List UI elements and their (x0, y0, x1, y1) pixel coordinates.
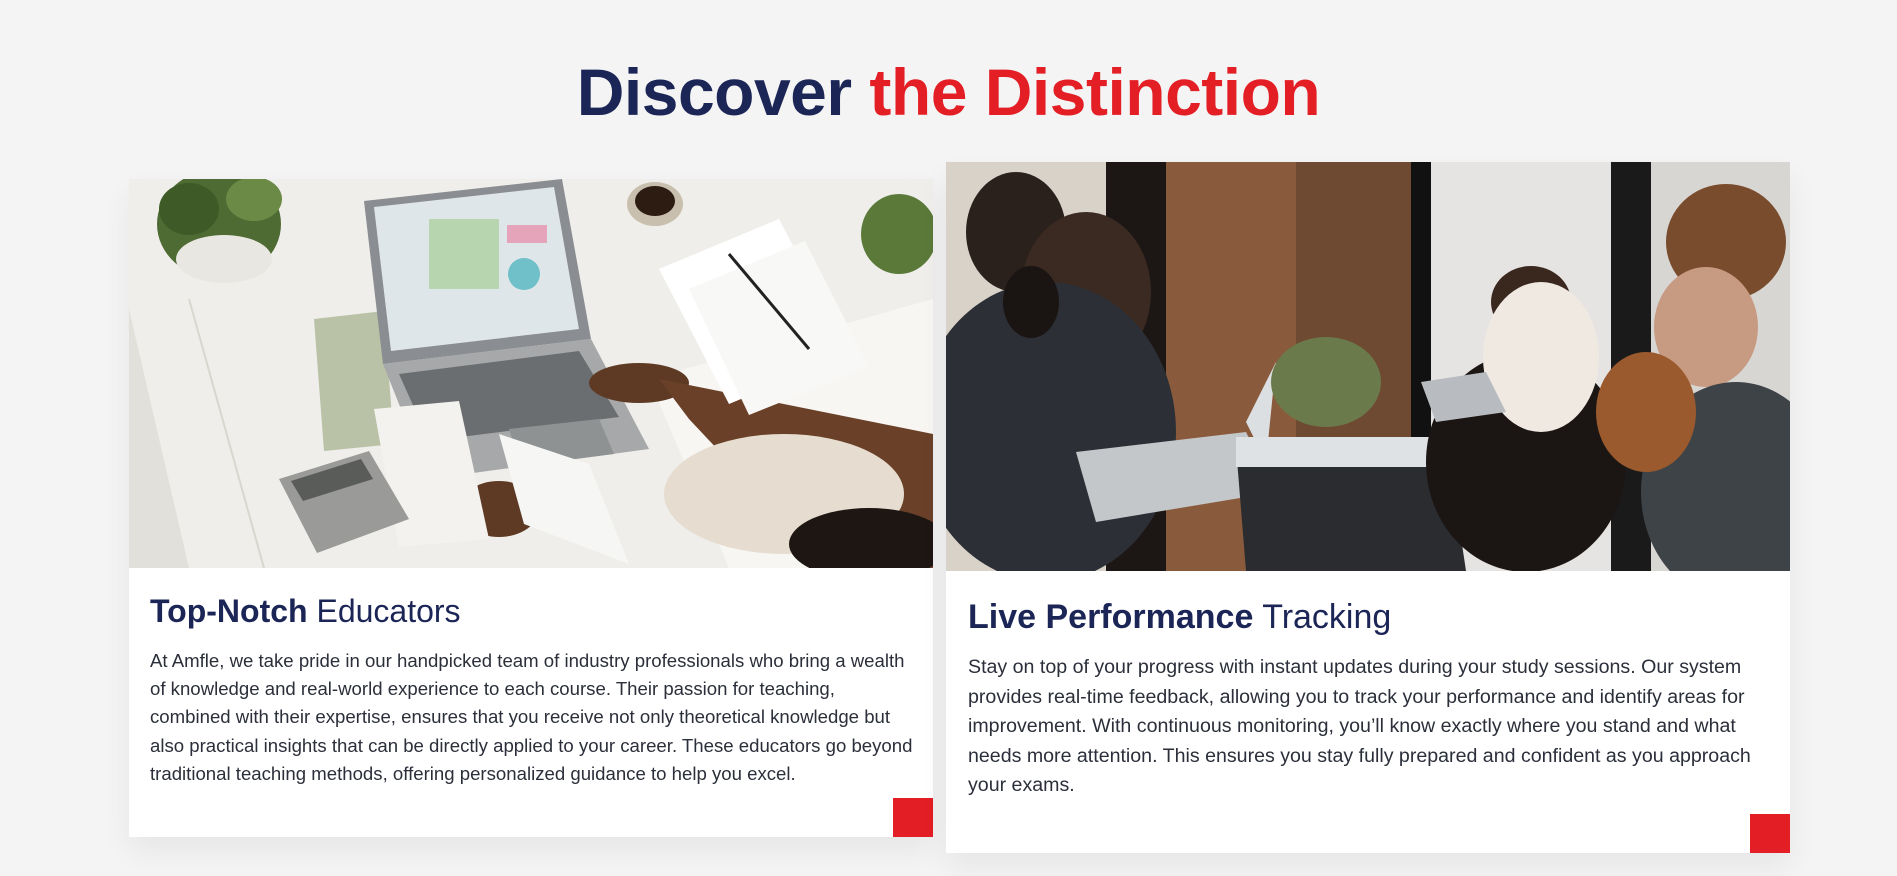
card-title-strong: Live Performance (968, 598, 1254, 636)
card-title-rest: Tracking (1253, 598, 1392, 636)
students-studying-photo (946, 162, 1790, 571)
card-title-educators: Top-Notch Educators (150, 592, 461, 630)
card-description-educators: At Amfle, we take pride in our handpicke… (150, 650, 913, 784)
card-title-rest: Educators (307, 593, 461, 629)
feature-card-tracking: Live Performance Tracking Stay on top of… (946, 162, 1790, 853)
card-title-strong: Top-Notch (150, 593, 308, 629)
card-description-tracking: Stay on top of your progress with instan… (968, 656, 1751, 797)
section-heading: Discover the Distinction (0, 52, 1897, 132)
desk-laptop-photo (129, 179, 933, 568)
red-corner-accent (1750, 814, 1790, 853)
red-corner-accent (893, 798, 933, 837)
card-title-tracking: Live Performance Tracking (968, 597, 1391, 638)
heading-part-navy: Discover (576, 55, 870, 129)
heading-part-red: the Distinction (869, 55, 1321, 129)
feature-card-educators: Top-Notch Educators At Amfle, we take pr… (129, 179, 933, 837)
